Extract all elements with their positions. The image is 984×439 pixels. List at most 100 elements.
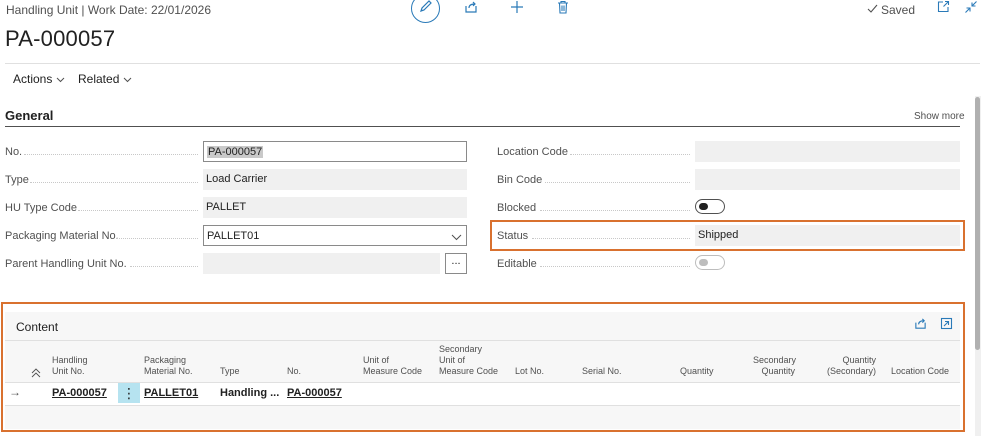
- new-button[interactable]: [508, 0, 526, 18]
- header-line: (Secondary): [826, 366, 876, 376]
- row-type[interactable]: Handling ...: [220, 387, 279, 399]
- header-line: Quantity: [761, 366, 795, 376]
- open-new-window-icon: [937, 0, 950, 18]
- section-divider: [5, 126, 960, 127]
- leader-dots: [24, 154, 198, 155]
- header-line: Measure Code: [439, 366, 499, 376]
- edit-button[interactable]: [411, 0, 440, 23]
- leader-dots: [540, 210, 690, 211]
- header-line: Secondary: [753, 355, 797, 365]
- delete-button[interactable]: [554, 0, 572, 18]
- header-line: Unit of: [439, 355, 466, 365]
- header-line: Quantity: [680, 366, 714, 376]
- packaging-material-label: Packaging Material No.: [5, 230, 119, 242]
- bin-code-field[interactable]: [695, 169, 960, 190]
- col-serial-no[interactable]: Serial No.: [582, 366, 622, 377]
- saved-label: Saved: [881, 3, 916, 17]
- blocked-label: Blocked: [497, 202, 537, 214]
- location-code-label: Location Code: [497, 146, 568, 158]
- checkmark-icon: [867, 3, 878, 17]
- header-line: Handling: [52, 355, 88, 365]
- sort-icon[interactable]: [31, 365, 41, 383]
- content-share-button[interactable]: [911, 317, 929, 335]
- status-label: Status: [497, 230, 529, 242]
- collapse-icon: [964, 0, 978, 19]
- header-line: Packaging: [144, 355, 187, 365]
- no-field[interactable]: PA-000057: [203, 141, 467, 162]
- header-line: Type: [220, 366, 240, 376]
- no-label: No.: [5, 146, 23, 158]
- parent-hu-field[interactable]: [203, 253, 440, 274]
- header-line: Unit of: [363, 355, 390, 365]
- col-quantity-secondary[interactable]: Quantity (Secondary): [826, 355, 876, 377]
- content-title[interactable]: Content: [16, 320, 58, 334]
- col-handling-unit-no[interactable]: Handling Unit No.: [52, 355, 88, 377]
- leader-dots: [116, 238, 198, 239]
- type-field[interactable]: Load Carrier: [203, 169, 467, 190]
- status-field[interactable]: Shipped: [695, 225, 960, 246]
- show-more-link[interactable]: Show more: [914, 111, 965, 122]
- header-line: Lot No.: [515, 366, 545, 376]
- edit-icon: [419, 0, 433, 18]
- collapse-button[interactable]: [962, 0, 980, 18]
- header-line: No.: [287, 366, 302, 376]
- col-no[interactable]: No.: [287, 366, 301, 377]
- leader-dots: [130, 266, 198, 267]
- leader-dots: [570, 154, 690, 155]
- col-type[interactable]: Type: [220, 366, 240, 377]
- type-label: Type: [5, 174, 29, 186]
- blocked-toggle[interactable]: [695, 199, 725, 214]
- header-line: Unit No.: [52, 366, 85, 376]
- related-menu-button[interactable]: Related: [78, 72, 132, 86]
- col-packaging-material-no[interactable]: Packaging Material No.: [144, 355, 193, 377]
- content-expand-button[interactable]: [937, 317, 955, 335]
- header-line: Material No.: [144, 366, 193, 376]
- delete-icon: [556, 0, 570, 19]
- general-section-title[interactable]: General: [5, 108, 53, 123]
- header-line: Secondary: [439, 344, 483, 354]
- no-value: PA-000057: [207, 146, 264, 158]
- row-divider: [5, 405, 960, 406]
- leader-dots: [78, 210, 198, 211]
- expand-icon: [940, 317, 953, 335]
- editable-toggle[interactable]: [695, 255, 725, 270]
- related-label: Related: [78, 72, 120, 86]
- hu-type-code-label: HU Type Code: [5, 202, 77, 214]
- packaging-material-value: PALLET01: [207, 230, 260, 242]
- row-menu-button[interactable]: ⋮: [118, 383, 140, 403]
- leader-dots: [540, 266, 690, 267]
- saved-indicator: Saved: [867, 3, 915, 17]
- add-icon: [510, 0, 524, 19]
- header-line: Quantity: [842, 355, 876, 365]
- open-new-window-button[interactable]: [934, 0, 952, 18]
- col-location-code[interactable]: Location Code: [891, 366, 949, 377]
- col-lot-no[interactable]: Lot No.: [515, 366, 544, 377]
- packaging-material-select[interactable]: PALLET01: [203, 225, 467, 246]
- hu-type-code-field[interactable]: PALLET: [203, 197, 467, 218]
- actions-menu-button[interactable]: Actions: [13, 72, 65, 86]
- col-secondary-quantity[interactable]: Secondary Quantity: [753, 355, 797, 377]
- col-secondary-uom-code[interactable]: Secondary Unit of Measure Code: [439, 344, 498, 377]
- row-no[interactable]: PA-000057: [287, 387, 342, 399]
- header-line: Measure Code: [363, 366, 423, 376]
- toggle-knob: [699, 259, 708, 266]
- chevron-down-icon: [451, 232, 462, 244]
- content-divider: [5, 340, 960, 341]
- action-bar: [5, 63, 980, 93]
- col-unit-of-measure-code[interactable]: Unit of Measure Code: [363, 355, 422, 377]
- row-packaging-material-no[interactable]: PALLET01: [144, 387, 198, 399]
- editable-label: Editable: [497, 258, 537, 270]
- location-code-field[interactable]: [695, 141, 960, 162]
- actions-label: Actions: [13, 72, 53, 86]
- header-line: Serial No.: [582, 366, 622, 376]
- row-arrow-icon: →: [9, 385, 21, 399]
- parent-hu-lookup-button[interactable]: ...: [445, 253, 467, 274]
- share-icon: [464, 0, 478, 19]
- header-line: Location Code: [891, 366, 950, 376]
- leader-dots: [30, 182, 198, 183]
- row-handling-unit-no[interactable]: PA-000057: [52, 387, 107, 399]
- col-quantity[interactable]: Quantity: [680, 366, 714, 377]
- share-button[interactable]: [462, 0, 480, 18]
- scrollbar-thumb[interactable]: [975, 97, 980, 350]
- leader-dots: [532, 238, 690, 239]
